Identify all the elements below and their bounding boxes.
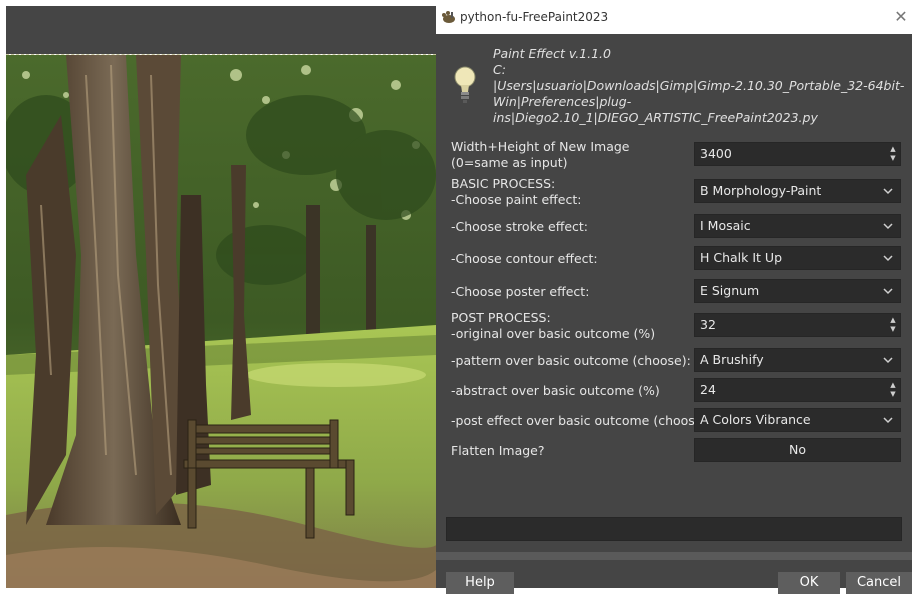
chevron-down-icon	[883, 357, 893, 364]
stroke-effect-value: I Mosaic	[700, 218, 751, 233]
plugin-dialog: python-fu-FreePaint2023 ✕ Paint Effect v…	[436, 0, 912, 594]
size-label-2: (0=same as input)	[451, 155, 568, 170]
paint-effect-value: B Morphology-Paint	[700, 183, 822, 198]
help-button[interactable]: Help	[446, 572, 514, 594]
original-value: 32	[700, 317, 716, 332]
pattern-dropdown[interactable]: A Brushify	[694, 348, 901, 372]
chevron-down-icon	[883, 288, 893, 295]
chevron-down-icon	[883, 255, 893, 262]
pattern-value: A Brushify	[700, 352, 764, 367]
size-spinbox[interactable]: 3400 ▲ ▼	[694, 142, 901, 166]
close-icon[interactable]: ✕	[890, 5, 912, 29]
lightbulb-icon	[454, 66, 476, 104]
abstract-spinbox[interactable]: 24 ▲ ▼	[694, 378, 901, 402]
chevron-down-icon	[883, 188, 893, 195]
contour-effect-label: -Choose contour effect:	[451, 251, 598, 266]
original-spinbox[interactable]: 32 ▲ ▼	[694, 313, 901, 337]
paint-effect-dropdown[interactable]: B Morphology-Paint	[694, 179, 901, 203]
stroke-effect-dropdown[interactable]: I Mosaic	[694, 214, 901, 238]
poster-effect-value: E Signum	[700, 283, 760, 298]
gimp-wilber-icon	[440, 9, 456, 25]
pattern-label: -pattern over basic outcome (choose):	[451, 353, 691, 368]
flatten-label: Flatten Image?	[451, 443, 545, 458]
plugin-path-line-4: ins|Diego2.10_1|DIEGO_ARTISTIC_FreePaint…	[493, 110, 818, 125]
paint-effect-label: -Choose paint effect:	[451, 192, 582, 207]
abstract-label: -abstract over basic outcome (%)	[451, 383, 660, 398]
chevron-down-icon	[883, 223, 893, 230]
contour-effect-dropdown[interactable]: H Chalk It Up	[694, 246, 901, 270]
painted-image-canvas[interactable]	[6, 55, 436, 588]
size-label-1: Width+Height of New Image	[451, 139, 630, 154]
post-process-heading: POST PROCESS:	[451, 310, 551, 325]
dialog-separator	[436, 552, 912, 560]
post-effect-value: A Colors Vibrance	[700, 412, 811, 427]
basic-process-heading: BASIC PROCESS:	[451, 176, 556, 191]
dialog-title: python-fu-FreePaint2023	[460, 10, 609, 24]
chevron-down-icon	[883, 417, 893, 424]
dialog-titlebar[interactable]: python-fu-FreePaint2023 ✕	[436, 0, 912, 34]
plugin-name: Paint Effect v.1.1.0	[493, 46, 611, 61]
poster-effect-dropdown[interactable]: E Signum	[694, 279, 901, 303]
post-effect-label: -post effect over basic outcome (choose)	[451, 413, 708, 428]
plugin-path-line-3: Win|Preferences|plug-	[493, 94, 632, 109]
cancel-button[interactable]: Cancel	[846, 572, 912, 594]
plugin-path-line-1: C:	[493, 62, 506, 77]
contour-effect-value: H Chalk It Up	[700, 250, 783, 265]
post-effect-dropdown[interactable]: A Colors Vibrance	[694, 408, 901, 432]
flatten-toggle-button[interactable]: No	[694, 438, 901, 462]
spin-arrows-icon[interactable]: ▲ ▼	[888, 316, 898, 334]
ok-button[interactable]: OK	[778, 572, 840, 594]
spin-arrows-icon[interactable]: ▲ ▼	[888, 145, 898, 163]
progress-bar	[446, 517, 902, 541]
plugin-info: Paint Effect v.1.1.0 C: |Users|usuario|D…	[493, 46, 905, 126]
plugin-path-line-2: |Users|usuario|Downloads|Gimp|Gimp-2.10.…	[493, 78, 905, 93]
abstract-value: 24	[700, 382, 716, 397]
original-label: -original over basic outcome (%)	[451, 326, 656, 341]
image-canvas-area	[0, 0, 436, 588]
size-value: 3400	[700, 146, 732, 161]
poster-effect-label: -Choose poster effect:	[451, 284, 590, 299]
canvas-ruler-area	[6, 6, 436, 54]
spin-arrows-icon[interactable]: ▲ ▼	[888, 381, 898, 399]
stroke-effect-label: -Choose stroke effect:	[451, 219, 588, 234]
